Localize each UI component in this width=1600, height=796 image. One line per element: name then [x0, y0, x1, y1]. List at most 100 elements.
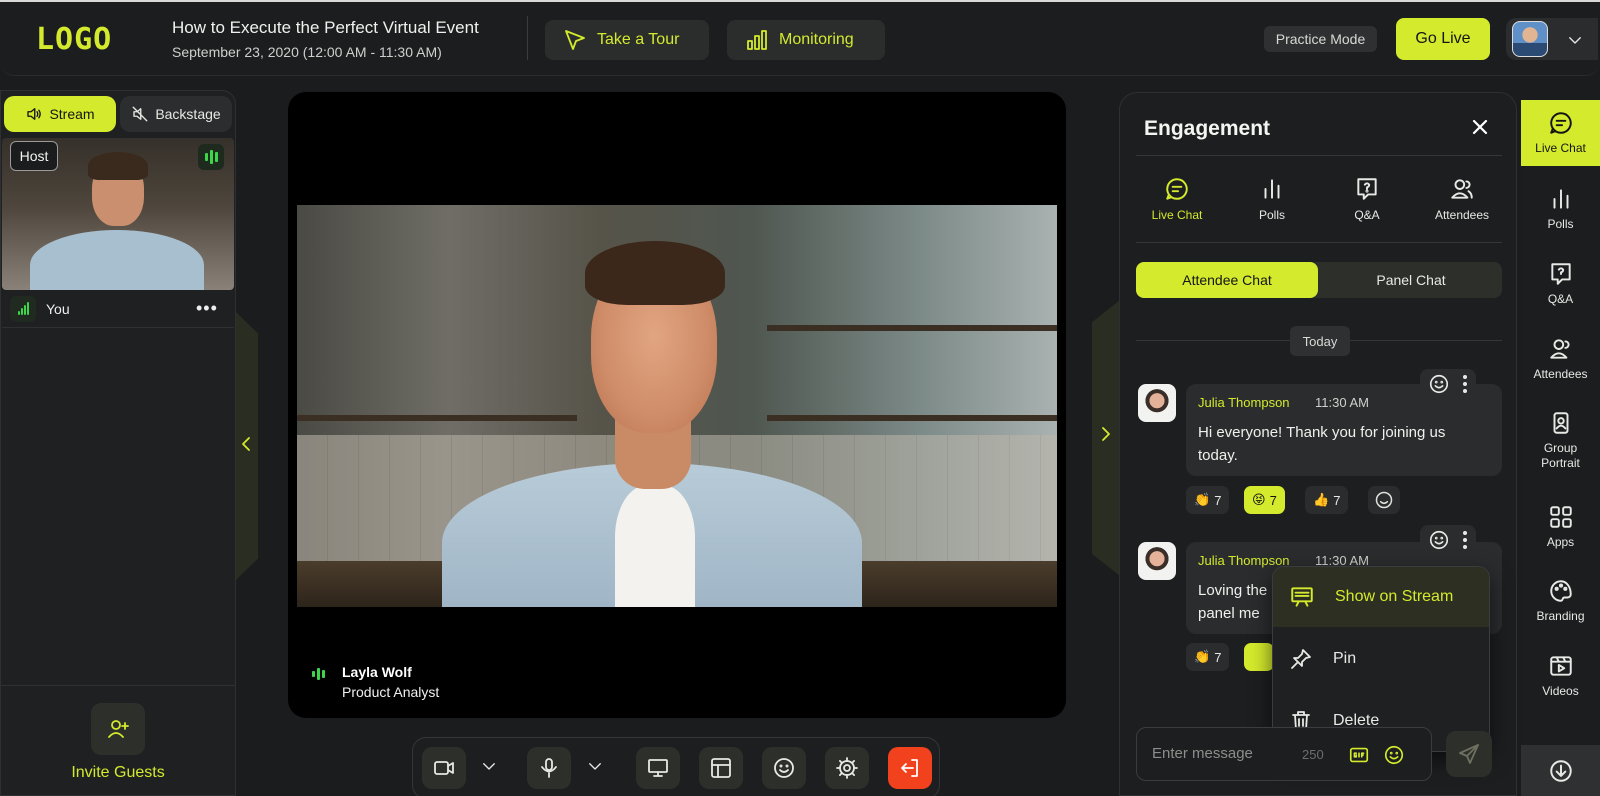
- message-input-placeholder[interactable]: Enter message: [1152, 745, 1253, 762]
- screen-share-button[interactable]: [636, 747, 680, 789]
- microphone-icon: [541, 758, 557, 778]
- tab-label: Q&A: [1354, 208, 1380, 222]
- close-icon[interactable]: [1470, 117, 1490, 137]
- audio-level-icon: [198, 144, 224, 170]
- portrait-icon: [1553, 412, 1568, 434]
- panel-chat-toggle[interactable]: Panel Chat: [1320, 262, 1502, 298]
- rail-item-polls[interactable]: Polls: [1521, 186, 1600, 232]
- rail-label: Q&A: [1547, 292, 1574, 306]
- send-button[interactable]: [1446, 731, 1492, 777]
- engagement-title: Engagement: [1144, 117, 1271, 140]
- stream-display-icon: [1291, 587, 1313, 607]
- event-title: How to Execute the Perfect Virtual Event: [172, 18, 479, 37]
- menu-item-label: Show on Stream: [1335, 588, 1454, 605]
- host-thumb-body: [30, 230, 204, 290]
- layout-button[interactable]: [699, 747, 743, 789]
- take-tour-label: Take a Tour: [597, 31, 680, 48]
- tab-polls[interactable]: Polls: [1227, 176, 1317, 222]
- rail-label: Branding: [1536, 609, 1585, 623]
- tab-qa[interactable]: Q&A: [1322, 176, 1412, 222]
- rail-item-live-chat[interactable]: Live Chat: [1521, 100, 1600, 166]
- gif-icon[interactable]: [1348, 744, 1370, 766]
- tab-label: Live Chat: [1151, 208, 1203, 222]
- tab-label: Attendees: [1434, 208, 1490, 222]
- invite-guests-label[interactable]: Invite Guests: [58, 764, 178, 782]
- message-text: Hi everyone! Thank you for joining us to…: [1198, 424, 1446, 464]
- reaction-clap[interactable]: 👏 7: [1186, 486, 1230, 514]
- videos-icon: [1549, 656, 1572, 676]
- go-live-button[interactable]: Go Live: [1396, 18, 1490, 60]
- rail-item-attendees[interactable]: Attendees: [1521, 336, 1600, 382]
- leave-button[interactable]: [888, 747, 932, 789]
- palette-icon: [1549, 580, 1572, 602]
- reaction-count: 7: [1333, 492, 1341, 508]
- tab-stream[interactable]: Stream: [4, 96, 116, 132]
- add-reaction-icon: [1429, 374, 1449, 394]
- settings-button[interactable]: [825, 747, 869, 789]
- rail-label: Attendees: [1533, 367, 1588, 381]
- reaction-clap[interactable]: 👏 7: [1186, 643, 1230, 671]
- microphone-button[interactable]: [527, 747, 571, 789]
- more-options-icon[interactable]: •••: [196, 298, 218, 319]
- speaker-name: Layla Wolf: [342, 664, 412, 680]
- speaker-role: Product Analyst: [342, 684, 440, 700]
- monitoring-button[interactable]: Monitoring: [727, 20, 885, 60]
- thumbs-up-icon: 👍: [1313, 492, 1330, 507]
- avatar[interactable]: [1138, 384, 1176, 422]
- add-reaction-button[interactable]: [1368, 486, 1400, 514]
- reactions-button[interactable]: [762, 747, 806, 789]
- rail-item-branding[interactable]: Branding: [1521, 578, 1600, 624]
- reaction-laugh[interactable]: 😝 7: [1244, 486, 1285, 514]
- tab-attendees[interactable]: Attendees: [1417, 176, 1507, 222]
- exit-icon: [901, 759, 918, 777]
- message-text-line: panel me: [1198, 605, 1260, 622]
- reaction-count: 7: [1214, 492, 1222, 508]
- camera-button[interactable]: [422, 747, 466, 789]
- header-divider: [527, 16, 528, 60]
- smiley-icon: [774, 758, 794, 778]
- message-tools: [1420, 369, 1476, 399]
- date-separator-label: Today: [1290, 326, 1350, 356]
- avatar[interactable]: [1512, 21, 1548, 57]
- engagement-divider: [1136, 155, 1502, 156]
- logo: LOGO: [36, 22, 113, 57]
- pin-menu-item[interactable]: Pin: [1273, 629, 1489, 689]
- tab-backstage[interactable]: Backstage: [120, 96, 232, 132]
- rail-item-group-portrait[interactable]: Group Portrait: [1521, 410, 1600, 471]
- avatar[interactable]: [1138, 542, 1176, 580]
- camera-options-chevron-icon[interactable]: [480, 757, 498, 775]
- reaction-thumbs-up[interactable]: 👍 7: [1305, 486, 1349, 514]
- practice-mode-toggle[interactable]: Practice Mode: [1264, 26, 1377, 52]
- rail-item-qa[interactable]: Q&A: [1521, 261, 1600, 307]
- chevron-left-icon[interactable]: [240, 436, 252, 452]
- take-tour-button[interactable]: Take a Tour: [545, 20, 709, 60]
- attendee-chat-toggle[interactable]: Attendee Chat: [1136, 262, 1318, 298]
- invite-guests-button[interactable]: [91, 703, 145, 755]
- engagement-divider: [1136, 242, 1502, 243]
- speaker-icon: [25, 105, 43, 123]
- message-tools: [1420, 525, 1476, 555]
- bar-chart-icon: [745, 28, 769, 52]
- clap-icon: 👏: [1194, 649, 1211, 664]
- attendees-icon: [1451, 179, 1473, 199]
- rail-item-videos[interactable]: Videos: [1521, 653, 1600, 699]
- scroll-down-button[interactable]: [1521, 745, 1600, 796]
- tab-label: Polls: [1258, 208, 1285, 222]
- tour-pointer-icon: [563, 28, 587, 52]
- gear-icon: [836, 757, 858, 779]
- emoji-icon[interactable]: [1383, 744, 1405, 766]
- microphone-options-chevron-icon[interactable]: [586, 757, 604, 775]
- host-badge: Host: [10, 141, 58, 171]
- apps-icon: [1549, 506, 1572, 528]
- show-on-stream-menu-item[interactable]: Show on Stream: [1273, 567, 1489, 627]
- reaction-laugh[interactable]: [1244, 643, 1274, 671]
- kebab-menu-icon: [1463, 375, 1467, 393]
- host-thumb-hair: [88, 152, 148, 180]
- chevron-down-icon[interactable]: [1566, 31, 1584, 49]
- message-author: Julia Thompson: [1198, 553, 1290, 568]
- stream-tab-label: Stream: [49, 106, 95, 122]
- rail-item-apps[interactable]: Apps: [1521, 504, 1600, 550]
- chevron-right-icon[interactable]: [1100, 426, 1112, 442]
- tab-live-chat[interactable]: Live Chat: [1132, 176, 1222, 222]
- backstage-tab-label: Backstage: [155, 106, 221, 122]
